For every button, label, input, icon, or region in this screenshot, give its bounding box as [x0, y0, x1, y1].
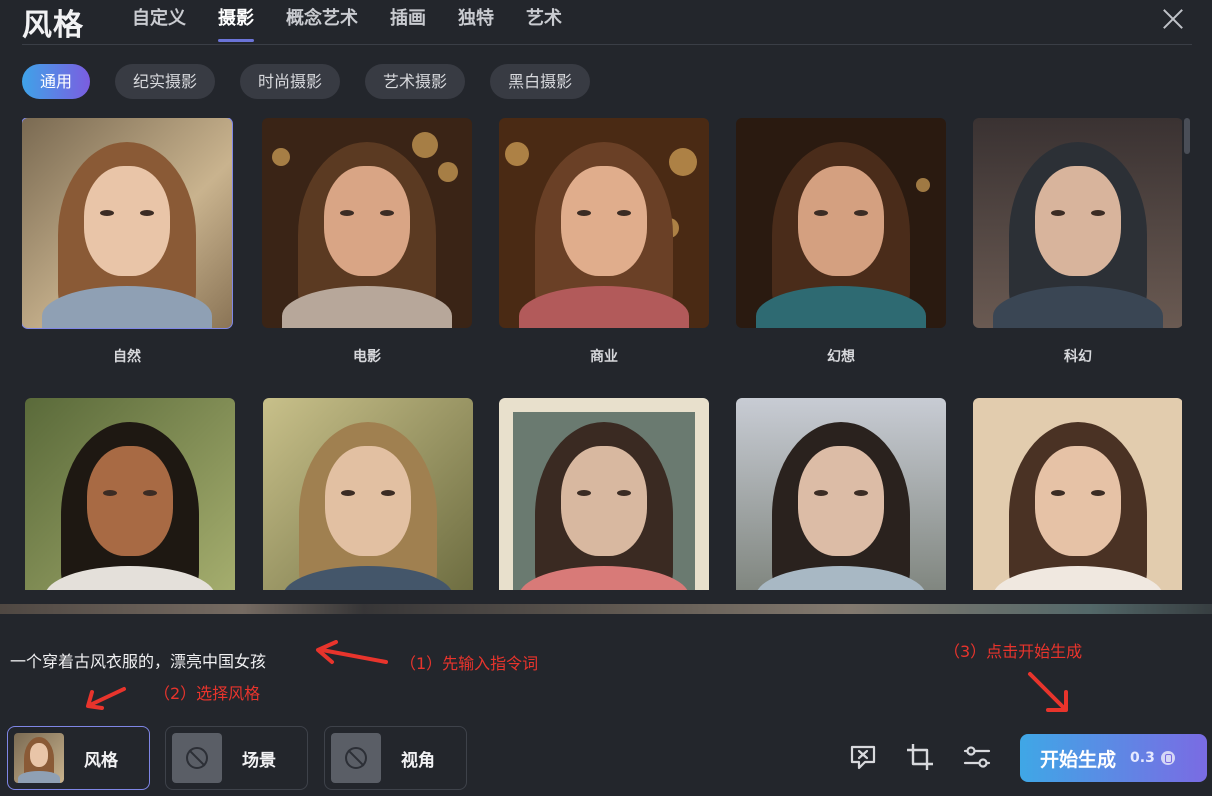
scene-selector-button[interactable]: 场景 — [165, 726, 308, 790]
tab-concept-art[interactable]: 概念艺术 — [286, 6, 358, 42]
style-card-scifi[interactable]: 科幻 — [973, 118, 1182, 366]
style-card-10[interactable] — [973, 398, 1182, 590]
style-label: 商业 — [590, 349, 618, 365]
arrow-to-generate — [1028, 672, 1068, 712]
style-thumbnail — [499, 398, 709, 590]
style-card-6[interactable] — [25, 398, 235, 590]
style-card-8[interactable] — [499, 398, 709, 590]
prompt-text[interactable]: 一个穿着古风衣服的，漂亮中国女孩 — [10, 648, 266, 672]
angle-empty-thumbnail — [331, 733, 381, 783]
style-thumbnail — [262, 118, 472, 328]
annotation-step3: （3）点击开始生成 — [944, 642, 1083, 661]
generate-cost: 0.3 — [1130, 750, 1155, 766]
style-thumbnail — [973, 398, 1182, 590]
angle-selector-button[interactable]: 视角 — [324, 726, 467, 790]
style-card-cinematic[interactable]: 电影 — [262, 118, 472, 366]
style-label: 幻想 — [827, 349, 855, 365]
style-label: 电影 — [353, 349, 381, 365]
subtab-documentary[interactable]: 纪实摄影 — [115, 64, 216, 99]
ban-icon — [345, 747, 367, 769]
style-thumbnail — [263, 398, 473, 590]
generate-label: 开始生成 — [1040, 748, 1117, 771]
style-thumbnail — [736, 398, 946, 590]
annotation-step2: （2）选择风格 — [154, 684, 261, 703]
angle-button-label: 视角 — [401, 750, 435, 771]
annotation-step1: （1）先输入指令词 — [400, 654, 539, 673]
style-thumbnail — [499, 118, 709, 328]
style-thumbnail — [736, 118, 946, 328]
tab-unique[interactable]: 独特 — [458, 6, 494, 42]
category-tabs: 自定义 摄影 概念艺术 插画 独特 艺术 — [132, 6, 594, 42]
ban-icon — [186, 747, 208, 769]
style-card-7[interactable] — [263, 398, 473, 590]
scene-button-label: 场景 — [242, 750, 276, 771]
style-label: 科幻 — [1064, 349, 1092, 365]
style-thumbnail — [25, 398, 235, 590]
close-icon[interactable] — [1162, 8, 1184, 30]
tab-custom[interactable]: 自定义 — [132, 6, 186, 42]
subtab-artistic[interactable]: 艺术摄影 — [365, 64, 466, 99]
crop-icon[interactable] — [905, 742, 935, 772]
subtab-fashion[interactable]: 时尚摄影 — [240, 64, 341, 99]
start-generate-button[interactable]: 开始生成 0.3 — [1020, 734, 1207, 782]
credit-coin-icon — [1160, 751, 1175, 765]
arrow-to-prompt — [316, 640, 388, 664]
style-button-label: 风格 — [84, 750, 118, 771]
header-divider — [22, 44, 1192, 45]
style-card-commercial[interactable]: 商业 — [499, 118, 709, 366]
clear-prompt-icon[interactable] — [848, 742, 878, 772]
style-card-9[interactable] — [736, 398, 946, 590]
page-title: 风格 — [22, 8, 84, 43]
scene-empty-thumbnail — [172, 733, 222, 783]
style-label: 自然 — [113, 349, 141, 365]
grid-scrollbar[interactable] — [1184, 118, 1190, 154]
arrow-to-style — [86, 687, 126, 710]
tab-illustration[interactable]: 插画 — [390, 6, 426, 42]
subtab-black-white[interactable]: 黑白摄影 — [490, 64, 591, 99]
settings-sliders-icon[interactable] — [962, 742, 992, 772]
style-thumbnail — [22, 118, 233, 329]
style-grid: 自然 电影 商业 幻想 科幻 — [22, 118, 1182, 590]
subcategory-tabs: 通用 纪实摄影 时尚摄影 艺术摄影 黑白摄影 — [22, 64, 615, 99]
grid-overflow-strip — [0, 604, 1212, 614]
style-selector-button[interactable]: 风格 — [7, 726, 150, 790]
subtab-general[interactable]: 通用 — [22, 64, 91, 99]
tab-photography[interactable]: 摄影 — [218, 6, 254, 42]
style-card-fantasy[interactable]: 幻想 — [736, 118, 946, 366]
selected-style-thumbnail — [14, 733, 64, 783]
style-card-natural[interactable]: 自然 — [22, 118, 233, 366]
tab-art[interactable]: 艺术 — [526, 6, 562, 42]
grid-bottom-fade — [0, 590, 1212, 604]
style-thumbnail — [973, 118, 1182, 328]
